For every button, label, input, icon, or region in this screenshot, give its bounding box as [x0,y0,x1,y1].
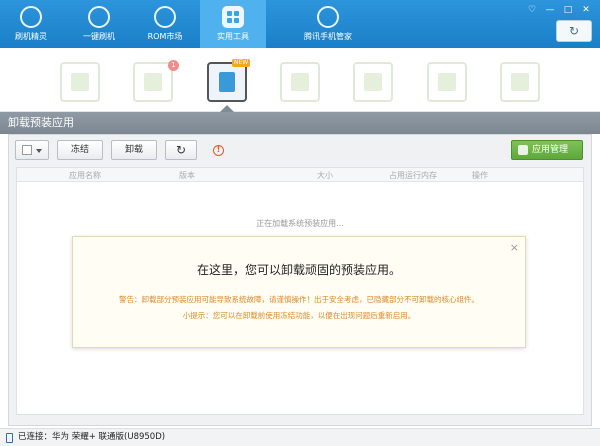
select-all-dropdown[interactable] [15,140,49,160]
android-icon [154,6,176,28]
dialog-title: 在这里，您可以卸载顽固的预装应用。 [196,263,401,277]
tool-export[interactable] [353,62,393,102]
restore-icon [511,73,529,91]
tool-app-store[interactable] [60,62,100,102]
loading-text: 正在加载系统预装应用... [256,219,344,228]
tab-flash-wizard[interactable]: 刷机精灵 [0,0,62,48]
trash-icon [219,72,235,92]
copy-icon [291,73,309,91]
column-header[interactable]: 应用名称 [69,170,101,181]
dialog-tip: 小提示：您可以在卸载前使用冻结功能，以便在出现问题后重新启用。 [182,311,416,320]
cursor-icon [88,6,110,28]
freeze-button[interactable]: 冻结 [57,140,103,160]
export-doc-icon [364,73,382,91]
status-bar: 已连接：华为 荣耀+ 联通版(U8950D) [0,428,600,446]
tab-rom-market[interactable]: ROM市场 [134,0,196,48]
close-icon[interactable]: × [510,241,519,254]
refresh-icon[interactable]: ↻ [556,20,592,42]
tool-restore[interactable] [500,62,540,102]
info-dialog: × 在这里，您可以卸载顽固的预装应用。 警告：卸载部分预装应用可能导致系统故障，… [72,236,526,348]
tool-copy[interactable] [280,62,320,102]
tool-plugins[interactable] [133,62,173,102]
toolbar: 冻结 卸载 ↻ ! 应用管理 [9,135,591,167]
minimize-icon[interactable]: — [542,4,558,16]
notification-badge: 1 [168,60,179,71]
dialog-warning: 警告：卸载部分预装应用可能导致系统故障，请谨慎操作！出于安全考虑，已隐藏部分不可… [119,295,479,304]
refresh-list-button[interactable]: ↻ [165,140,197,160]
column-header[interactable]: 版本 [179,170,195,181]
warning-icon[interactable]: ! [213,145,224,156]
column-header[interactable]: 占用运行内存 [389,170,437,181]
tool-backup[interactable] [427,62,467,102]
tab-utility-tools[interactable]: 实用工具 [200,0,266,48]
chevron-down-icon [36,149,42,153]
shield-icon [317,6,339,28]
tab-tencent-manager[interactable]: 腾讯手机管家 [292,0,364,48]
puzzle-icon [144,73,162,91]
tab-label: 实用工具 [217,32,249,41]
tool-uninstall-preinstalled[interactable] [207,62,247,102]
column-header[interactable]: 大小 [317,170,333,181]
connection-status: 已连接：华为 荣耀+ 联通版(U8950D) [18,432,166,442]
tab-one-click-flash[interactable]: 一键刷机 [68,0,130,48]
app-manager-button[interactable]: 应用管理 [511,140,583,160]
tab-label: 一键刷机 [83,32,115,41]
window-controls: ♡ — □ ✕ [524,4,594,16]
section-title: 卸载预装应用 [0,112,600,134]
logo-s-icon [20,6,42,28]
new-badge: NEW [232,59,251,67]
grid-tools-icon [222,6,244,28]
tab-label: 刷机精灵 [15,32,47,41]
select-all-checkbox[interactable] [22,145,32,155]
active-tool-pointer [220,105,234,112]
app-manager-label: 应用管理 [532,145,569,155]
puzzle-icon [518,145,528,155]
bag-icon [71,73,89,91]
feedback-icon[interactable]: ♡ [524,4,540,16]
phone-icon [6,433,13,443]
column-header: 操作 [472,171,488,180]
table-header: 应用名称 版本 大小 占用运行内存 操作 [17,168,583,182]
top-nav-bar: 刷机精灵 一键刷机 ROM市场 实用工具 腾讯手机管家 ♡ — □ ✕ ↻ [0,0,600,48]
close-icon[interactable]: ✕ [578,4,594,16]
tab-label: ROM市场 [147,32,183,41]
disk-icon [438,73,456,91]
tool-strip [0,48,600,112]
tab-label: 腾讯手机管家 [304,32,352,41]
uninstall-button[interactable]: 卸载 [111,140,157,160]
maximize-icon[interactable]: □ [560,4,576,16]
